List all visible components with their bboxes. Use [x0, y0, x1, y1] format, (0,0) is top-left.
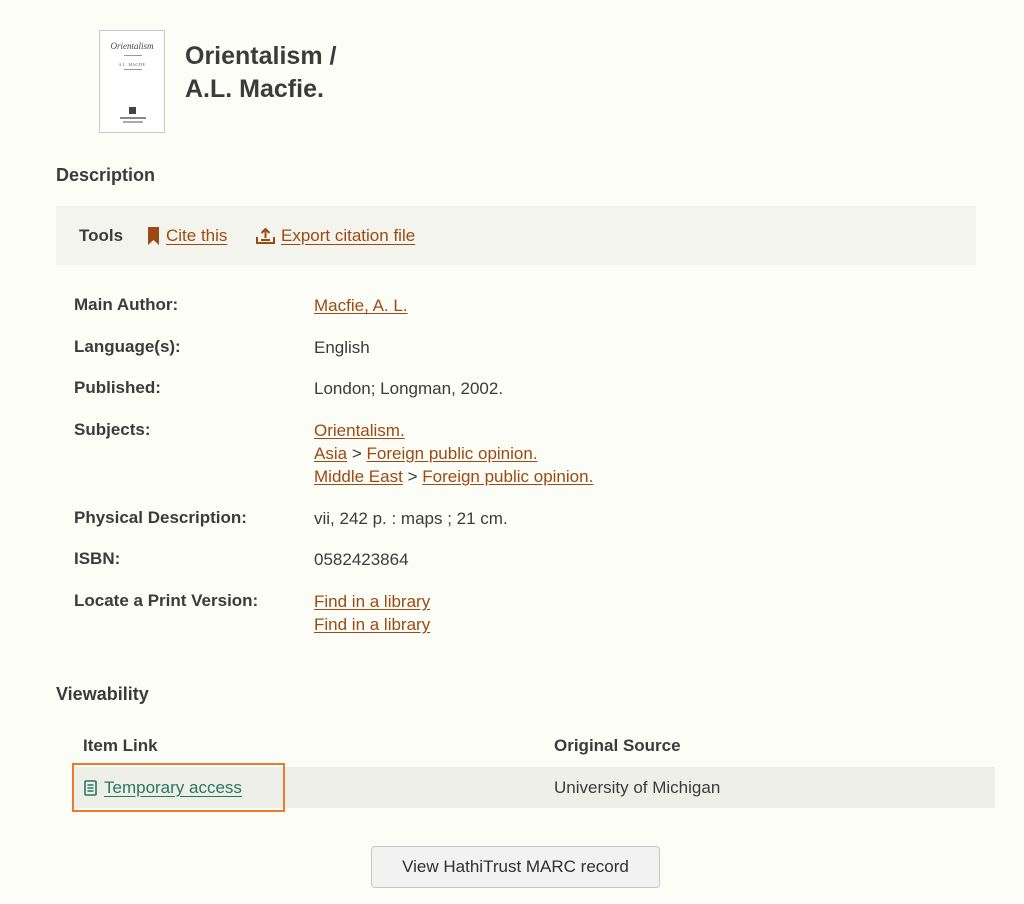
subject-link-asia[interactable]: Asia: [314, 444, 347, 463]
subject-link-asia-foreign-opinion[interactable]: Foreign public opinion.: [366, 444, 537, 463]
description-heading: Description: [56, 165, 156, 185]
export-icon: [256, 227, 275, 244]
language-label: Language(s):: [74, 337, 181, 356]
cover-rule: [124, 55, 142, 56]
cover-author-text: A.L. MACFIE: [118, 62, 146, 67]
published-value: London; Longman, 2002.: [314, 379, 504, 398]
locate-print-value: Find in a library Find in a library: [314, 590, 430, 636]
viewability-heading: Viewability: [56, 684, 149, 704]
subjects-value: Orientalism. Asia > Foreign public opini…: [314, 419, 593, 488]
cover-rule: [124, 69, 142, 70]
item-link-column-header: Item Link: [83, 736, 158, 755]
cite-this-label: Cite this: [166, 226, 228, 245]
bookmark-icon: [148, 227, 159, 245]
tools-bar: Tools Cite this Export citation file: [56, 206, 976, 265]
subject-separator: >: [407, 467, 418, 486]
physical-description-label: Physical Description:: [74, 508, 247, 527]
main-author-label: Main Author:: [74, 295, 179, 314]
record-page: Orientalism A.L. MACFIE Orientalism / A.…: [0, 0, 1024, 904]
cover-publisher-mark: [120, 117, 146, 119]
subject-link-orientalism[interactable]: Orientalism.: [314, 421, 405, 440]
locate-line: Find in a library: [314, 613, 430, 636]
record-title: Orientalism /: [185, 42, 337, 70]
main-author-value: Macfie, A. L.: [314, 294, 408, 317]
book-cover-thumbnail: Orientalism A.L. MACFIE: [99, 30, 165, 133]
view-marc-record-button[interactable]: View HathiTrust MARC record: [371, 846, 660, 888]
cover-publisher-mark: [123, 121, 143, 123]
tools-label: Tools: [79, 226, 124, 245]
find-in-library-link[interactable]: Find in a library: [314, 615, 430, 634]
main-author-link[interactable]: Macfie, A. L.: [314, 296, 408, 315]
language-value: English: [314, 338, 370, 357]
temporary-access-link[interactable]: Temporary access: [84, 778, 242, 798]
published-label: Published:: [74, 378, 161, 397]
isbn-label: ISBN:: [74, 549, 121, 568]
export-citation-link[interactable]: Export citation file: [256, 226, 415, 246]
subject-line: Asia > Foreign public opinion.: [314, 442, 593, 465]
subject-line: Middle East > Foreign public opinion.: [314, 465, 593, 488]
cover-title-text: Orientalism: [110, 41, 154, 51]
subjects-label: Subjects:: [74, 420, 151, 439]
subject-line: Orientalism.: [314, 419, 593, 442]
cite-this-link[interactable]: Cite this: [147, 226, 227, 246]
temporary-access-label: Temporary access: [104, 778, 242, 797]
subject-separator: >: [351, 444, 362, 463]
document-icon: [84, 780, 97, 796]
locate-line: Find in a library: [314, 590, 430, 613]
original-source-value: University of Michigan: [554, 778, 721, 797]
find-in-library-link[interactable]: Find in a library: [314, 592, 430, 611]
subject-link-middle-east[interactable]: Middle East: [314, 467, 403, 486]
publisher-logo-icon: [129, 107, 136, 114]
isbn-value: 0582423864: [314, 550, 409, 569]
original-source-column-header: Original Source: [554, 736, 681, 755]
locate-print-label: Locate a Print Version:: [74, 591, 259, 610]
physical-description-value: vii, 242 p. : maps ; 21 cm.: [314, 509, 508, 528]
subject-link-middle-east-foreign-opinion[interactable]: Foreign public opinion.: [422, 467, 593, 486]
record-title-author: A.L. Macfie.: [185, 75, 324, 103]
export-citation-label: Export citation file: [281, 226, 416, 245]
